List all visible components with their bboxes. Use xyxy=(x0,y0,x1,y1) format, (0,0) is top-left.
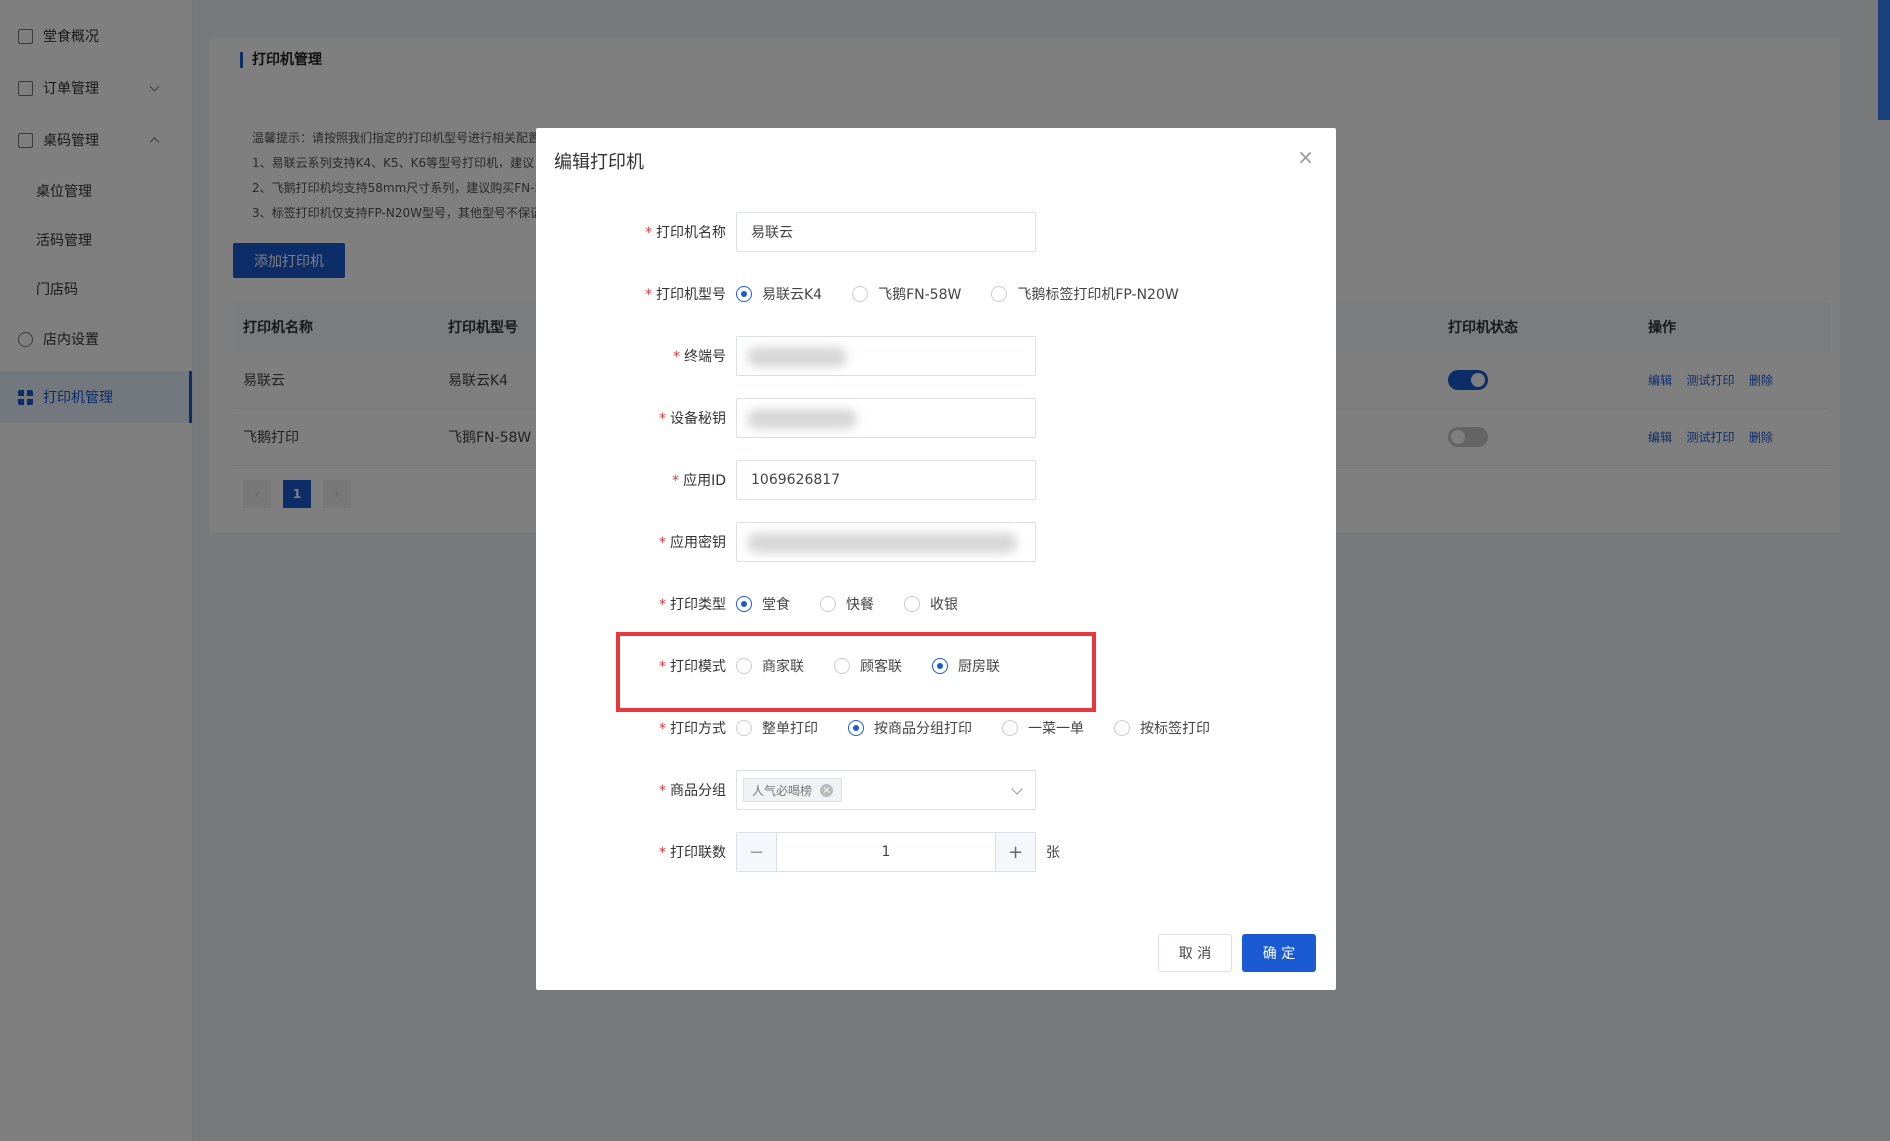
form-row-name: * 打印机名称 易联云 xyxy=(536,212,1336,252)
required-mark: * xyxy=(673,349,680,365)
field-label: * 应用ID xyxy=(672,470,726,490)
radio-method-by-group[interactable]: 按商品分组打印 xyxy=(848,718,972,738)
form-row-app-id: * 应用ID 1069626817 xyxy=(536,460,1336,500)
field-label-text: 打印方式 xyxy=(670,721,726,737)
radio-label: 收银 xyxy=(930,597,958,613)
required-mark: * xyxy=(645,287,652,303)
form-row-product-group: * 商品分组 人气必喝榜 × xyxy=(536,770,1336,810)
radio-method-whole-order[interactable]: 整单打印 xyxy=(736,718,818,738)
required-mark: * xyxy=(659,597,666,613)
tag-label: 人气必喝榜 xyxy=(752,783,813,798)
redacted-value xyxy=(747,533,1017,553)
radio-dot xyxy=(852,286,869,302)
field-label-text: 应用ID xyxy=(683,473,726,489)
required-mark: * xyxy=(672,473,680,489)
field-label: * 打印机型号 xyxy=(645,284,726,304)
form-row-secret: * 设备秘钥 xyxy=(536,398,1336,438)
copies-stepper: − 1 + xyxy=(736,832,1036,872)
radio-dot xyxy=(848,720,864,736)
close-icon[interactable]: × xyxy=(1297,147,1314,167)
form-row-terminal: * 终端号 xyxy=(536,336,1336,376)
field-label: * 打印方式 xyxy=(659,718,726,738)
increment-button[interactable]: + xyxy=(995,833,1035,871)
required-mark: * xyxy=(645,225,652,241)
print-type-radio-group: 堂食 快餐 收银 xyxy=(736,584,988,624)
field-label: * 打印类型 xyxy=(659,594,726,614)
field-label: * 终端号 xyxy=(673,346,726,366)
radio-label: 按商品分组打印 xyxy=(874,721,972,737)
radio-dot xyxy=(904,596,920,612)
form-row-print-type: * 打印类型 堂食 快餐 收银 xyxy=(536,584,1336,624)
radio-label: 飞鹅标签打印机FP-N20W xyxy=(1017,287,1179,303)
field-label-text: 设备秘钥 xyxy=(670,411,726,427)
radio-label: 易联云K4 xyxy=(762,287,823,303)
radio-model-yilianyun-k4[interactable]: 易联云K4 xyxy=(736,284,822,304)
form-row-model: * 打印机型号 易联云K4 飞鹅FN-58W 飞鹅标签打印机FP-N20W xyxy=(536,274,1336,314)
chevron-down-icon xyxy=(1011,783,1023,795)
field-label: * 应用密钥 xyxy=(659,532,726,552)
confirm-button[interactable]: 确 定 xyxy=(1242,934,1316,972)
field-label: * 设备秘钥 xyxy=(659,408,726,428)
required-mark: * xyxy=(659,411,666,427)
radio-dot xyxy=(736,286,752,302)
form-row-copies: * 打印联数 − 1 + 张 xyxy=(536,832,1336,872)
field-label-text: 打印机型号 xyxy=(656,287,726,303)
radio-dot xyxy=(736,596,752,612)
tag-close-icon[interactable]: × xyxy=(820,783,834,797)
redacted-value xyxy=(747,409,857,429)
cancel-button[interactable]: 取 消 xyxy=(1158,934,1232,972)
radio-label: 按标签打印 xyxy=(1140,721,1210,737)
radio-type-cashier[interactable]: 收银 xyxy=(904,594,958,614)
printer-model-radio-group: 易联云K4 飞鹅FN-58W 飞鹅标签打印机FP-N20W xyxy=(736,274,1209,314)
field-label: * 商品分组 xyxy=(659,780,726,800)
radio-model-feie-label-fpn20w[interactable]: 飞鹅标签打印机FP-N20W xyxy=(991,284,1179,304)
field-label-text: 应用密钥 xyxy=(670,535,726,551)
unit-label: 张 xyxy=(1046,845,1060,861)
field-label-text: 终端号 xyxy=(684,349,726,365)
product-group-select[interactable]: 人气必喝榜 × xyxy=(736,770,1036,810)
terminal-number-input[interactable] xyxy=(736,336,1036,376)
required-mark: * xyxy=(659,845,666,861)
dialog-title: 编辑打印机 xyxy=(554,152,644,173)
field-label-text: 商品分组 xyxy=(670,783,726,799)
radio-dot xyxy=(991,286,1008,302)
field-label-text: 打印机名称 xyxy=(656,225,726,241)
edit-printer-dialog: 编辑打印机 × * 打印机名称 易联云 * 打印机型号 易联云K4 飞鹅FN-58W… xyxy=(536,128,1336,990)
radio-label: 整单打印 xyxy=(762,721,818,737)
form-row-app-key: * 应用密钥 xyxy=(536,522,1336,562)
app-id-input[interactable]: 1069626817 xyxy=(736,460,1036,500)
field-label-text: 打印类型 xyxy=(670,597,726,613)
radio-label: 飞鹅FN-58W xyxy=(878,287,962,303)
decrement-button[interactable]: − xyxy=(737,833,777,871)
selected-tag: 人气必喝榜 × xyxy=(743,778,843,802)
highlight-box xyxy=(616,632,1096,712)
radio-label: 快餐 xyxy=(846,597,874,613)
radio-label: 一菜一单 xyxy=(1028,721,1084,737)
required-mark: * xyxy=(659,721,666,737)
radio-dot xyxy=(1114,720,1130,736)
field-label: * 打印联数 xyxy=(659,842,726,862)
form-row-print-method: * 打印方式 整单打印 按商品分组打印 一菜一单 按标签打印 xyxy=(536,708,1336,748)
copies-value[interactable]: 1 xyxy=(777,833,995,871)
radio-method-one-per-dish[interactable]: 一菜一单 xyxy=(1002,718,1084,738)
field-label-text: 打印联数 xyxy=(670,845,726,861)
radio-label: 堂食 xyxy=(762,597,790,613)
field-label: * 打印机名称 xyxy=(645,222,726,242)
redacted-value xyxy=(747,347,847,367)
radio-dot xyxy=(820,596,836,612)
print-method-radio-group: 整单打印 按商品分组打印 一菜一单 按标签打印 xyxy=(736,708,1240,748)
radio-model-feie-fn58w[interactable]: 飞鹅FN-58W xyxy=(852,284,961,304)
app-key-input[interactable] xyxy=(736,522,1036,562)
device-secret-input[interactable] xyxy=(736,398,1036,438)
printer-name-input[interactable]: 易联云 xyxy=(736,212,1036,252)
radio-type-fast-food[interactable]: 快餐 xyxy=(820,594,874,614)
radio-dot xyxy=(1002,720,1018,736)
radio-type-dine-in[interactable]: 堂食 xyxy=(736,594,790,614)
radio-dot xyxy=(736,720,752,736)
window-edge xyxy=(1878,0,1890,120)
required-mark: * xyxy=(659,535,666,551)
radio-method-by-label[interactable]: 按标签打印 xyxy=(1114,718,1210,738)
required-mark: * xyxy=(659,783,666,799)
